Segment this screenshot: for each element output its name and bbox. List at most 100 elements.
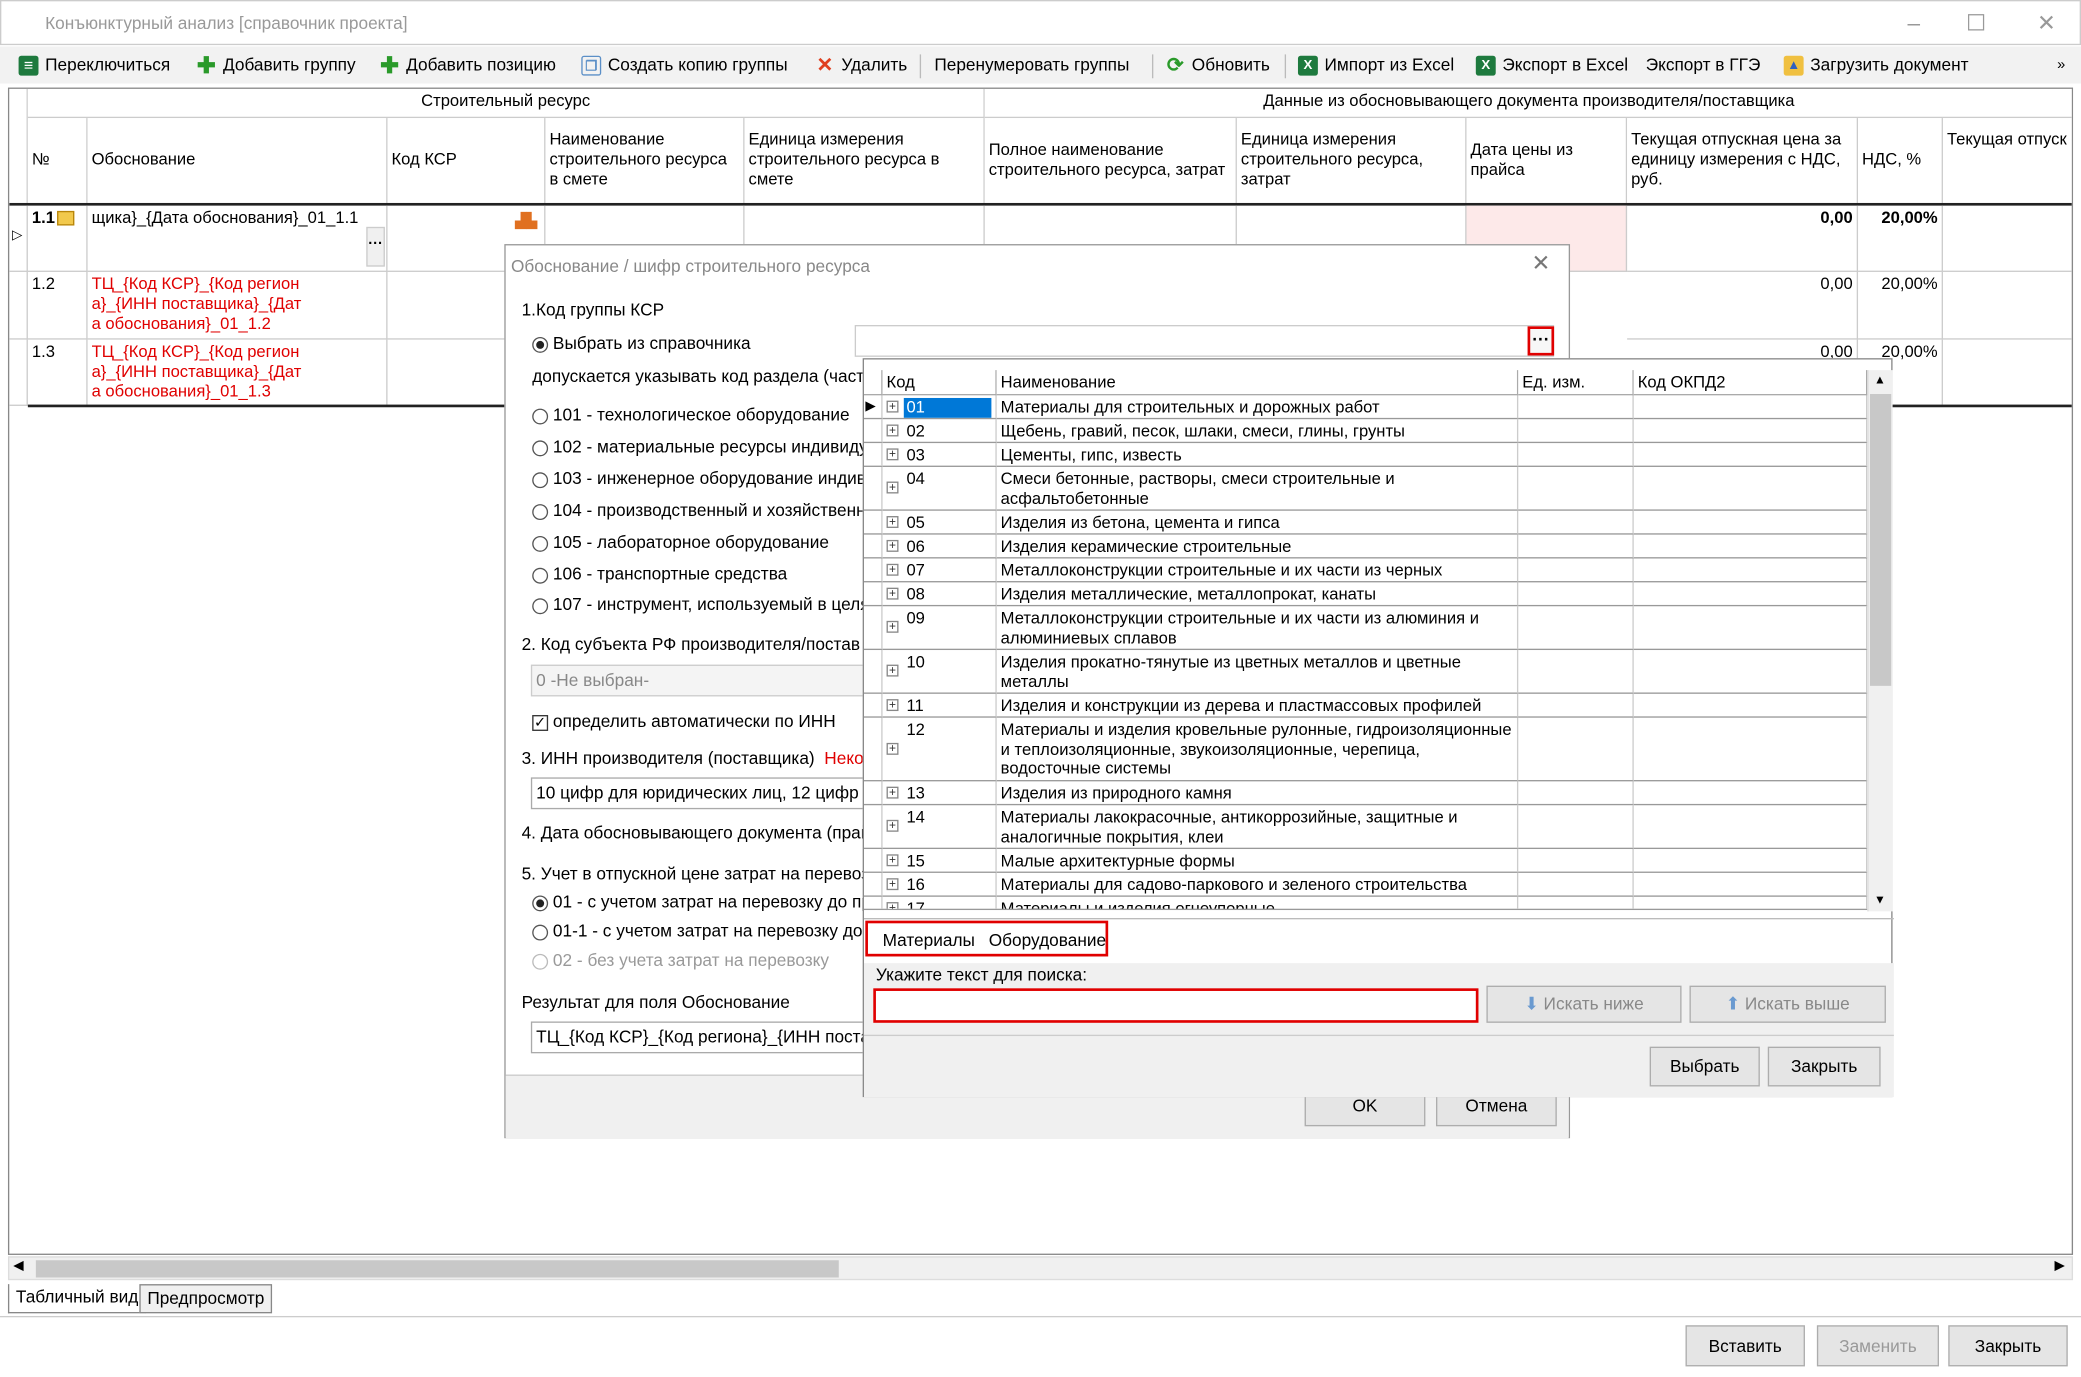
expand-icon[interactable]: + xyxy=(886,562,899,576)
dialog-close-icon[interactable]: ✕ xyxy=(1532,251,1551,278)
column-header-price-date[interactable]: Дата цены из прайса xyxy=(1466,118,1628,205)
expand-icon[interactable]: + xyxy=(886,515,899,528)
expand-icon[interactable]: + xyxy=(886,423,899,436)
radio-icon[interactable] xyxy=(532,503,549,520)
picker-okpd[interactable] xyxy=(1633,717,1868,782)
picker-code[interactable]: +06 xyxy=(882,534,997,559)
picker-unit[interactable] xyxy=(1518,395,1634,420)
column-header-full-name[interactable]: Полное наименование строительного ресурс… xyxy=(984,118,1237,205)
picker-row[interactable]: +08 Изделия металлические, металлопрокат,… xyxy=(863,582,1868,607)
row-basis[interactable]: щика}_{Дата обоснования}_01_1.1 xyxy=(87,205,388,272)
picker-unit[interactable] xyxy=(1518,781,1634,806)
search-input[interactable] xyxy=(873,988,1479,1023)
import-excel-button[interactable]: X Импорт из Excel xyxy=(1297,52,1454,79)
picker-name[interactable]: Изделия из природного камня xyxy=(996,781,1519,806)
row-basis[interactable]: ТЦ_{Код КСР}_{Код региона}_{ИНН поставщи… xyxy=(87,271,388,340)
picker-okpd[interactable] xyxy=(1633,534,1868,559)
column-header-vat[interactable]: НДС, % xyxy=(1858,118,1943,205)
picker-name[interactable]: Материалы лакокрасочные, антикоррозийные… xyxy=(996,805,1519,850)
picker-code[interactable]: +11 xyxy=(882,693,997,718)
picker-unit[interactable] xyxy=(1518,466,1634,511)
picker-name[interactable]: Изделия металлические, металлопрокат, ка… xyxy=(996,582,1519,607)
picker-row[interactable]: +13 Изделия из природного камня xyxy=(863,781,1868,806)
expand-icon[interactable]: + xyxy=(886,877,899,890)
picker-code[interactable]: +05 xyxy=(882,510,997,535)
inn-input[interactable]: 10 цифр для юридических лиц, 12 цифр для xyxy=(530,777,876,810)
picker-row[interactable]: ▶ +01 Материалы для строительных и дорожны… xyxy=(863,395,1868,420)
picker-okpd[interactable] xyxy=(1633,558,1868,583)
expand-icon[interactable]: + xyxy=(886,539,899,552)
search-up-button[interactable]: ⬆ Искать выше xyxy=(1689,985,1886,1023)
picker-okpd[interactable] xyxy=(1633,443,1868,467)
picker-row[interactable]: +17 Материалы и изделия огнеупорные xyxy=(864,896,1868,909)
picker-okpd[interactable] xyxy=(1633,606,1868,651)
option-104[interactable]: 104 - производственный и хозяйственн xyxy=(532,500,866,520)
auto-inn-checkbox[interactable]: ✓ определить автоматически по ИНН xyxy=(532,711,836,731)
picker-header-name[interactable]: Наименование xyxy=(996,370,1519,396)
picker-okpd[interactable] xyxy=(1633,510,1868,535)
expand-icon[interactable]: + xyxy=(886,399,899,412)
scrollbar-thumb[interactable] xyxy=(35,1260,839,1278)
switch-button[interactable]: ≡ Переключиться xyxy=(18,52,170,79)
expand-icon[interactable]: + xyxy=(886,620,899,633)
horizontal-scrollbar[interactable]: ◀ ▶ xyxy=(7,1256,2074,1281)
picker-row[interactable]: +11 Изделия и конструкции из дерева и пла… xyxy=(863,693,1868,718)
toolbar-overflow-icon[interactable]: » xyxy=(2057,52,2065,79)
row-price-novat[interactable] xyxy=(1942,340,2072,406)
picker-row[interactable]: +04 Смеси бетонные, растворы, смеси строи… xyxy=(863,466,1868,511)
expand-icon[interactable]: + xyxy=(886,901,899,909)
picker-row[interactable]: +02 Щебень, гравий, песок, шлаки, смеси, … xyxy=(863,419,1868,444)
vertical-scrollbar[interactable]: ▲ ▼ xyxy=(1867,370,1893,912)
scroll-up-icon[interactable]: ▲ xyxy=(1874,373,1886,386)
picker-name[interactable]: Материалы и изделия кровельные рулонные,… xyxy=(996,717,1519,782)
row-price[interactable]: 0,00 xyxy=(1627,271,1859,340)
picker-code[interactable]: +15 xyxy=(882,849,997,873)
picker-unit[interactable] xyxy=(1518,582,1634,607)
picker-okpd[interactable] xyxy=(1633,466,1868,511)
expand-icon[interactable]: + xyxy=(886,853,899,866)
tab-table-view[interactable]: Табличный вид xyxy=(7,1284,147,1314)
option-101[interactable]: 101 - технологическое оборудование xyxy=(532,405,850,425)
picker-code[interactable]: +12 xyxy=(882,717,997,782)
picker-okpd[interactable] xyxy=(1633,419,1868,444)
picker-unit[interactable] xyxy=(1518,606,1634,651)
column-header-basis[interactable]: Обоснование xyxy=(87,118,388,205)
tool-icon[interactable]: ▟▙ xyxy=(515,212,537,232)
result-field[interactable]: ТЦ_{Код КСР}_{Код региона}_{ИНН постав xyxy=(530,1021,876,1054)
picker-name[interactable]: Изделия керамические строительные xyxy=(996,534,1519,559)
radio-icon[interactable] xyxy=(532,408,549,424)
picker-code[interactable]: +10 xyxy=(882,650,997,694)
picker-code[interactable]: +01 xyxy=(882,395,997,420)
picker-okpd[interactable] xyxy=(1633,582,1868,607)
picker-row[interactable]: +14 Материалы лакокрасочные, антикоррозий… xyxy=(863,805,1868,850)
scroll-left-icon[interactable]: ◀ xyxy=(13,1259,23,1274)
picker-code[interactable]: +02 xyxy=(882,419,997,444)
picker-unit[interactable] xyxy=(1518,872,1634,897)
picker-code[interactable]: +03 xyxy=(882,443,997,467)
row-price-novat[interactable] xyxy=(1942,272,2072,340)
radio-icon[interactable] xyxy=(532,439,549,456)
region-select[interactable]: 0 -Не выбран- xyxy=(530,664,876,697)
replace-button[interactable]: Заменить xyxy=(1816,1325,1939,1367)
row-price[interactable]: 0,00 xyxy=(1627,205,1859,272)
picker-row[interactable]: +12 Материалы и изделия кровельные рулонн… xyxy=(863,717,1868,782)
picker-okpd[interactable] xyxy=(1633,693,1868,718)
column-header-num[interactable]: № xyxy=(27,118,88,205)
expand-icon[interactable]: + xyxy=(886,819,899,832)
column-header-price-novat[interactable]: Текущая отпуск единицу измерен НДС, руб. xyxy=(1942,118,2072,205)
column-header-price-vat[interactable]: Текущая отпускная цена за единицу измере… xyxy=(1627,118,1859,205)
picker-code[interactable]: +07 xyxy=(882,558,997,583)
renumber-button[interactable]: Перенумеровать группы xyxy=(934,52,1129,79)
expand-icon[interactable]: + xyxy=(886,586,899,599)
column-header-unit-est[interactable]: Единица измерения строительного ресурса … xyxy=(744,118,985,205)
picker-name[interactable]: Цементы, гипс, известь xyxy=(996,443,1519,467)
browse-ellipsis-button[interactable]: ··· xyxy=(1527,326,1555,356)
checkbox-icon[interactable]: ✓ xyxy=(532,714,549,731)
picker-unit[interactable] xyxy=(1518,693,1634,718)
option-105[interactable]: 105 - лабораторное оборудование xyxy=(532,532,829,552)
picker-unit[interactable] xyxy=(1518,558,1634,583)
picker-header-code[interactable]: Код xyxy=(882,370,997,396)
scroll-right-icon[interactable]: ▶ xyxy=(2054,1259,2064,1274)
scroll-down-icon[interactable]: ▼ xyxy=(1874,893,1886,906)
picker-name[interactable]: Материалы и изделия огнеупорные xyxy=(997,896,1519,909)
